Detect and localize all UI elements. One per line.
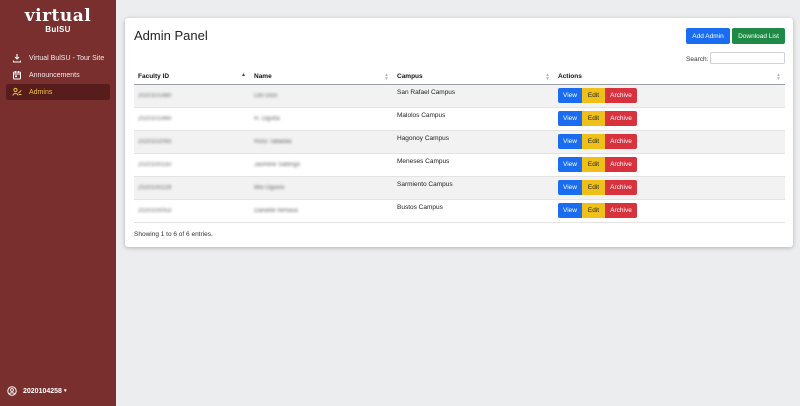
- view-button[interactable]: View: [558, 203, 582, 218]
- faculty-id-cell: 2020101480: [134, 84, 250, 108]
- faculty-id-cell: 2020101460: [134, 107, 250, 131]
- view-button[interactable]: View: [558, 134, 582, 149]
- edit-button[interactable]: Edit: [582, 134, 605, 149]
- archive-button[interactable]: Archive: [605, 180, 637, 195]
- page-title: Admin Panel: [134, 28, 208, 43]
- sidebar-item-announcements[interactable]: Announcements: [6, 67, 110, 83]
- sidebar-item-label: Admins: [29, 88, 53, 96]
- edit-button[interactable]: Edit: [582, 180, 605, 195]
- table-row: 2020100229 Mio Oguvio Sarmiento Campus V…: [134, 176, 785, 200]
- faculty-id-cell: 2020102093: [134, 130, 250, 154]
- actions-cell: View Edit Archive: [554, 84, 785, 108]
- faculty-id-cell: 2020100150: [134, 153, 250, 177]
- table-header-row: Faculty ID ▲ Name ▲ ▼ Campus ▲ ▼ Actions ▲ ▼: [134, 70, 785, 85]
- campus-cell: Hagonoy Campus: [393, 130, 554, 154]
- faculty-id-cell: 2020100229: [134, 176, 250, 200]
- sidebar-item-label: Virtual BulSU - Tour Site: [29, 54, 105, 62]
- table-row: 2020101480 Lito Dizo San Rafael Campus V…: [134, 84, 785, 108]
- logo-main: virtual: [24, 6, 92, 26]
- search-input[interactable]: [710, 52, 785, 64]
- name-cell: Danielle Nimasa: [250, 199, 393, 223]
- sort-asc-icon: ▲: [241, 72, 246, 78]
- view-button[interactable]: View: [558, 111, 582, 126]
- admin-panel-card: Admin Panel Add Admin Download List Sear…: [125, 18, 793, 247]
- sort-icon: ▲ ▼: [776, 72, 781, 82]
- archive-button[interactable]: Archive: [605, 88, 637, 103]
- actions-cell: View Edit Archive: [554, 199, 785, 223]
- column-header-actions[interactable]: Actions ▲ ▼: [554, 70, 785, 85]
- column-header-campus[interactable]: Campus ▲ ▼: [393, 70, 554, 85]
- actions-cell: View Edit Archive: [554, 176, 785, 200]
- archive-button[interactable]: Archive: [605, 134, 637, 149]
- sort-icon: ▲ ▼: [545, 72, 550, 82]
- table-info: Showing 1 to 6 of 6 entries.: [134, 231, 213, 238]
- edit-button[interactable]: Edit: [582, 203, 605, 218]
- campus-cell: Bustos Campus: [393, 199, 554, 223]
- user-menu[interactable]: 2020104258 ▾: [7, 386, 66, 396]
- table-row: 2020100150 Jasmine Sabingo Meneses Campu…: [134, 153, 785, 177]
- tour-icon: [12, 53, 22, 63]
- actions-cell: View Edit Archive: [554, 107, 785, 131]
- table-row: 2020100053 Danielle Nimasa Bustos Campus…: [134, 199, 785, 223]
- campus-cell: Sarmiento Campus: [393, 176, 554, 200]
- calendar-icon: [12, 70, 22, 80]
- actions-cell: View Edit Archive: [554, 153, 785, 177]
- sidebar-item-tour-site[interactable]: Virtual BulSU - Tour Site: [6, 50, 110, 66]
- edit-button[interactable]: Edit: [582, 157, 605, 172]
- edit-button[interactable]: Edit: [582, 88, 605, 103]
- archive-button[interactable]: Archive: [605, 157, 637, 172]
- campus-cell: San Rafael Campus: [393, 84, 554, 108]
- chevron-down-icon: ▾: [63, 388, 67, 394]
- admins-table: Faculty ID ▲ Name ▲ ▼ Campus ▲ ▼ Actions ▲ ▼ 20…: [134, 70, 785, 223]
- add-admin-button[interactable]: Add Admin: [686, 28, 730, 44]
- name-cell: H. Ogutta: [250, 107, 393, 131]
- search-label: Search:: [686, 56, 709, 63]
- column-header-name[interactable]: Name ▲ ▼: [250, 70, 393, 85]
- admins-icon: [12, 87, 22, 97]
- name-cell: Ross Tabadas: [250, 130, 393, 154]
- campus-cell: Malolos Campus: [393, 107, 554, 131]
- name-cell: Mio Oguvio: [250, 176, 393, 200]
- user-id: 2020104258: [23, 387, 62, 395]
- archive-button[interactable]: Archive: [605, 203, 637, 218]
- sort-icon: ▲ ▼: [384, 72, 389, 82]
- logo-sub: BulSU: [45, 25, 71, 34]
- campus-cell: Meneses Campus: [393, 153, 554, 177]
- name-cell: Jasmine Sabingo: [250, 153, 393, 177]
- table-row: 2020102093 Ross Tabadas Hagonoy Campus V…: [134, 130, 785, 154]
- sidebar: virtual BulSU Virtual BulSU - Tour Site …: [0, 0, 116, 406]
- archive-button[interactable]: Archive: [605, 111, 637, 126]
- faculty-id-cell: 2020100053: [134, 199, 250, 223]
- name-cell: Lito Dizo: [250, 84, 393, 108]
- view-button[interactable]: View: [558, 88, 582, 103]
- sidebar-item-label: Announcements: [29, 71, 80, 79]
- sidebar-nav: Virtual BulSU - Tour Site Announcements …: [6, 50, 110, 101]
- view-button[interactable]: View: [558, 157, 582, 172]
- user-circle-icon: [7, 386, 17, 396]
- sidebar-item-admins[interactable]: Admins: [6, 84, 110, 100]
- column-header-faculty-id[interactable]: Faculty ID ▲: [134, 70, 250, 85]
- table-row: 2020101460 H. Ogutta Malolos Campus View…: [134, 107, 785, 131]
- edit-button[interactable]: Edit: [582, 111, 605, 126]
- download-list-button[interactable]: Download List: [732, 28, 785, 44]
- logo[interactable]: virtual BulSU: [0, 6, 116, 35]
- actions-cell: View Edit Archive: [554, 130, 785, 154]
- view-button[interactable]: View: [558, 180, 582, 195]
